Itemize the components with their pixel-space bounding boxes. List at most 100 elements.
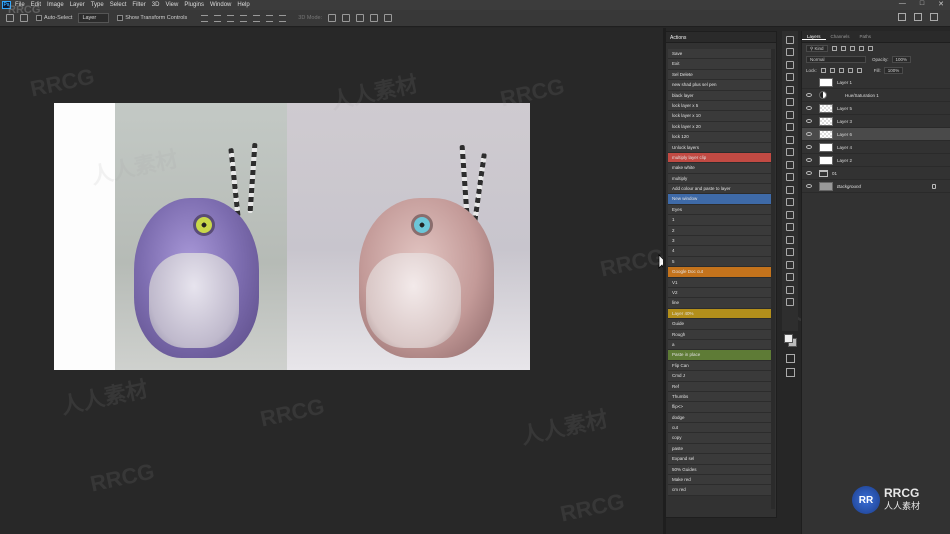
photoshop-logo-icon[interactable]: Ps (2, 1, 11, 9)
action-item[interactable]: paste (668, 443, 772, 455)
filter-smart-icon[interactable] (867, 46, 873, 51)
align-bottom-icon[interactable] (227, 14, 235, 22)
layer-row[interactable]: Layer 3 (802, 115, 950, 128)
layer-row[interactable]: Hue/Saturation 1 (802, 89, 950, 102)
menu-view[interactable]: View (165, 2, 178, 8)
3d-scale-icon[interactable] (384, 14, 393, 22)
action-item[interactable]: Google Doc cut (668, 267, 772, 278)
lock-artboard-icon[interactable] (847, 68, 853, 73)
close-icon[interactable]: ✕ (938, 0, 944, 8)
lock-all-icon[interactable] (856, 68, 862, 73)
eyedropper-tool-icon[interactable] (786, 110, 794, 119)
lock-move-icon[interactable] (838, 68, 844, 73)
visibility-eye-icon[interactable] (806, 158, 812, 162)
action-item[interactable]: 4 (668, 246, 772, 257)
tab-paths[interactable]: Paths (855, 34, 877, 39)
screen-mode-icon[interactable] (786, 368, 795, 377)
clone-stamp-icon[interactable] (786, 148, 794, 156)
quick-mask-icon[interactable] (786, 354, 795, 363)
3d-slide-icon[interactable] (370, 14, 379, 22)
align-left-icon[interactable] (240, 14, 248, 22)
visibility-eye-icon[interactable] (806, 184, 812, 188)
action-item[interactable]: V1 (668, 277, 772, 288)
tab-channels[interactable]: Channels (826, 34, 855, 39)
action-item[interactable]: new shad plus sel pen (668, 80, 772, 91)
action-item[interactable]: lock layer x 10 (668, 111, 772, 122)
move-tool-icon[interactable] (20, 14, 28, 22)
action-item[interactable]: Add colour and paste to layer (668, 184, 772, 195)
action-item[interactable]: Eyes (668, 204, 772, 216)
workspace-icon[interactable] (914, 13, 922, 21)
visibility-eye-icon[interactable] (806, 93, 812, 97)
eraser-tool-icon[interactable] (786, 173, 794, 181)
action-item[interactable]: cut (668, 423, 772, 434)
align-center-icon[interactable] (253, 14, 261, 22)
auto-select-checkbox[interactable] (36, 15, 42, 21)
share-icon[interactable] (930, 13, 938, 21)
action-item[interactable]: black layer (668, 90, 772, 101)
shape-tool-icon[interactable] (786, 260, 794, 269)
menu-plugins[interactable]: Plugins (184, 2, 204, 8)
action-item[interactable]: Ref (668, 381, 772, 392)
magic-wand-tool-icon[interactable] (786, 73, 794, 81)
healing-brush-icon[interactable] (786, 123, 794, 131)
action-item[interactable]: flip<> (668, 402, 772, 413)
action-item[interactable]: 1 (668, 215, 772, 226)
more-tools-icon[interactable] (786, 298, 794, 306)
action-item[interactable]: cm red (668, 485, 772, 496)
filter-type-icon[interactable] (849, 46, 855, 51)
align-middle-icon[interactable] (214, 14, 222, 22)
action-item[interactable]: Expand sel (668, 454, 772, 465)
action-item[interactable]: 5 (668, 256, 772, 268)
pen-tool-icon[interactable] (786, 223, 794, 231)
menu-file[interactable]: File (15, 2, 25, 8)
action-item[interactable]: 50% Guides (668, 464, 772, 476)
actions-panel-title[interactable]: Actions (666, 32, 776, 43)
gradient-tool-icon[interactable] (786, 185, 794, 194)
crop-tool-icon[interactable] (786, 85, 794, 94)
action-item[interactable]: V2 (668, 287, 772, 299)
move-tool-icon[interactable] (786, 35, 794, 44)
tab-layers[interactable]: Layers (802, 34, 826, 40)
align-top-icon[interactable] (201, 14, 209, 22)
path-select-icon[interactable] (786, 248, 794, 256)
layer-row[interactable]: Background (802, 180, 950, 193)
search-icon[interactable] (898, 13, 906, 21)
layer-row[interactable]: Layer 4 (802, 141, 950, 154)
fill-input[interactable]: 100% (883, 67, 904, 74)
action-item[interactable]: lock layer x 5 (668, 100, 772, 112)
menu-image[interactable]: Image (47, 2, 64, 8)
lock-pixels-icon[interactable] (820, 68, 826, 73)
minimize-icon[interactable]: — (899, 0, 906, 8)
home-icon[interactable] (6, 14, 14, 22)
lasso-tool-icon[interactable] (786, 60, 794, 69)
maximize-icon[interactable]: □ (920, 0, 924, 8)
transform-controls-checkbox[interactable] (117, 15, 124, 21)
visibility-eye-icon[interactable] (806, 106, 812, 110)
action-item[interactable]: Layer 40% (668, 308, 772, 320)
visibility-eye-icon[interactable] (806, 171, 812, 175)
menu-filter[interactable]: Filter (132, 2, 145, 8)
menu-edit[interactable]: Edit (31, 2, 41, 8)
history-brush-icon[interactable] (786, 160, 794, 169)
action-item[interactable]: Save (668, 49, 772, 60)
layer-row[interactable]: Layer 1 (802, 76, 950, 89)
align-right-icon[interactable] (266, 14, 274, 22)
action-item[interactable]: 2 (668, 225, 772, 237)
layer-row[interactable]: Layer 5 (802, 102, 950, 115)
blur-tool-icon[interactable] (786, 198, 794, 206)
visibility-eye-icon[interactable] (806, 132, 812, 136)
hand-tool-icon[interactable] (786, 273, 794, 281)
layer-filter-dropdown[interactable]: ⚲ Kind (806, 45, 828, 52)
actions-scrollbar[interactable] (771, 49, 775, 509)
filter-shape-icon[interactable] (858, 46, 864, 51)
action-item[interactable]: lock 120 (668, 132, 772, 143)
layer-row[interactable]: Layer 2 (802, 154, 950, 167)
action-item[interactable]: Flip Can (668, 360, 772, 372)
action-item[interactable]: Make red (668, 475, 772, 486)
action-item[interactable]: Exit (668, 59, 772, 70)
action-item[interactable]: 3 (668, 236, 772, 247)
filter-pixel-icon[interactable] (831, 46, 837, 51)
action-item[interactable]: dodge (668, 412, 772, 424)
3d-roll-icon[interactable] (342, 14, 351, 22)
